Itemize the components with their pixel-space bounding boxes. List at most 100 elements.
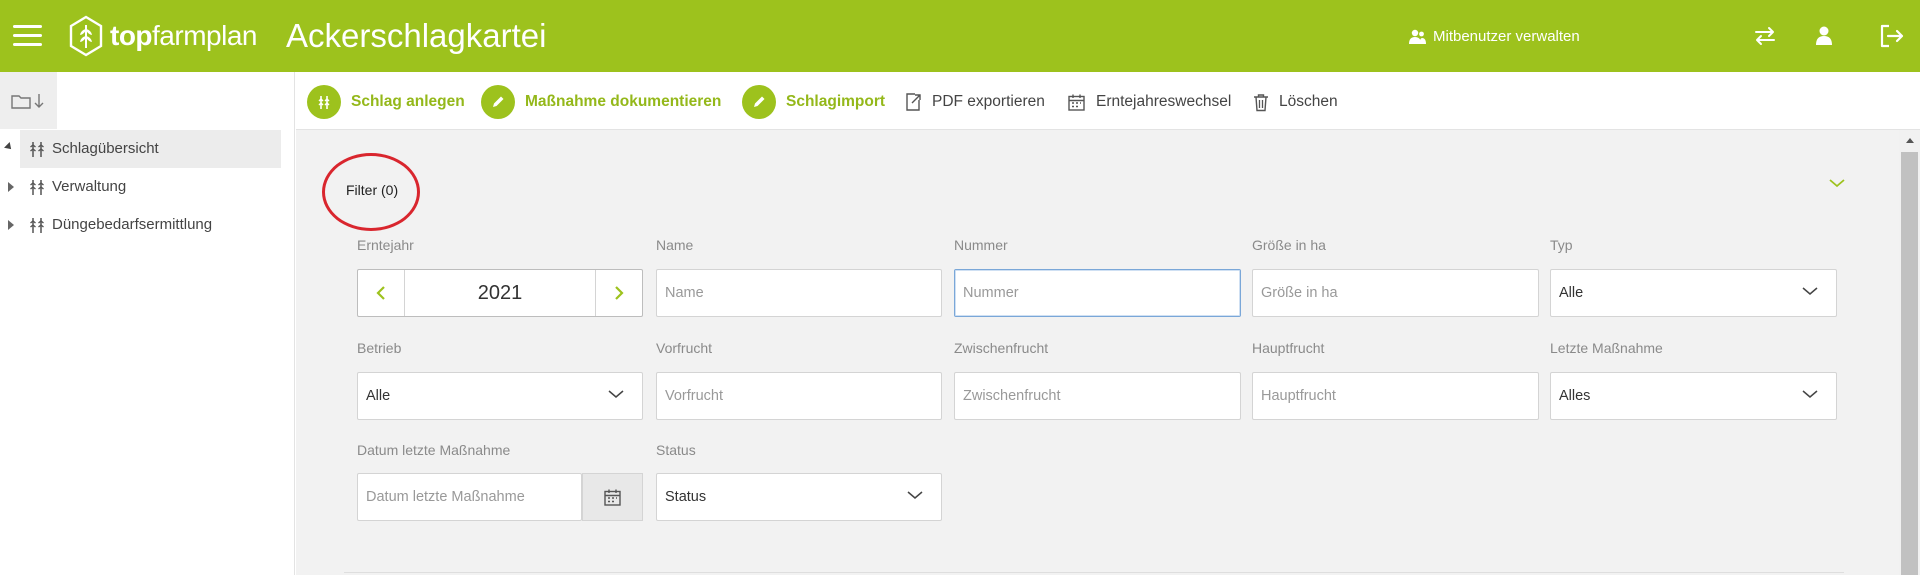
farm-label: Betrieb [357,340,402,356]
name-placeholder: Name [665,285,704,301]
document-measure-label: Maßnahme dokumentieren [525,93,722,110]
year-change-label: Erntejahreswechsel [1096,93,1232,110]
status-label: Status [656,442,696,458]
menu-icon[interactable] [13,25,42,46]
brand-name-bold: top [110,20,153,51]
wheat-icon [30,218,44,233]
last-measure-select[interactable]: Alles [1550,372,1837,420]
catch-crop-input[interactable]: Zwischenfrucht [954,372,1241,420]
scroll-thumb[interactable] [1901,152,1918,575]
last-measure-label: Letzte Maßnahme [1550,340,1663,356]
calendar-icon [1068,94,1085,111]
date-label: Datum letzte Maßnahme [357,442,511,458]
wheat-icon [307,85,341,119]
wheat-logo-icon [69,15,103,57]
manage-cousers-button[interactable]: Mitbenutzer verwalten [1409,28,1580,45]
prev-crop-input[interactable]: Vorfrucht [656,372,942,420]
year-value: 2021 [404,270,596,316]
document-measure-button[interactable]: Maßnahme dokumentieren [481,85,722,119]
user-icon[interactable] [1810,22,1838,50]
export-pdf-button[interactable]: PDF exportieren [904,86,1045,118]
trash-icon [1254,93,1268,111]
chevron-down-icon [608,390,624,398]
scroll-up-button[interactable] [1899,130,1920,151]
year-label: Erntejahr [357,237,414,253]
catch-crop-placeholder: Zwischenfrucht [963,388,1061,404]
last-measure-value: Alles [1559,388,1591,404]
manage-cousers-label: Mitbenutzer verwalten [1433,28,1580,45]
folder-sort-button[interactable] [0,72,57,129]
sidebar-item-label: Verwaltung [52,178,127,195]
sidebar-item-label: Düngebedarfsermittlung [52,216,213,233]
navigation-tree: Schlagübersicht Verwaltung Düngebedarfse… [0,130,281,244]
status-value: Status [665,489,707,505]
name-input[interactable]: Name [656,269,942,317]
delete-button[interactable]: Löschen [1253,86,1338,118]
number-placeholder: Nummer [963,285,1019,301]
filter-toggle[interactable]: Filter (0) [346,182,398,198]
date-input[interactable]: Datum letzte Maßnahme [357,473,582,521]
export-icon [906,93,921,111]
chevron-down-icon [907,491,923,499]
wheat-icon [30,142,44,157]
chevron-down-icon [1802,287,1818,295]
export-pdf-label: PDF exportieren [932,93,1045,110]
main-crop-input[interactable]: Hauptfrucht [1252,372,1539,420]
delete-label: Löschen [1279,93,1338,110]
sidebar-item-label: Schlagübersicht [52,140,159,157]
chevron-left-icon [376,286,385,300]
collapsed-arrow-icon[interactable] [8,220,14,230]
prev-crop-placeholder: Vorfrucht [665,388,724,404]
type-select[interactable]: Alle [1550,269,1837,317]
chevron-right-icon [615,286,624,300]
pencil-icon [742,85,776,119]
calendar-icon [604,489,621,506]
catch-crop-label: Zwischenfrucht [954,340,1049,356]
logout-icon[interactable] [1877,22,1905,50]
app-title: Ackerschlagkartei [286,17,547,54]
users-icon [1409,29,1426,44]
farm-select[interactable]: Alle [357,372,643,420]
switch-arrows-icon[interactable] [1751,22,1779,50]
expanded-arrow-icon[interactable] [4,142,14,152]
year-stepper: 2021 [357,269,643,317]
sidebar-item-verwaltung[interactable]: Verwaltung [0,168,281,206]
collapsed-arrow-icon[interactable] [8,182,14,192]
type-label: Typ [1550,237,1573,253]
date-placeholder: Datum letzte Maßnahme [366,489,525,505]
previous-year-button[interactable] [358,270,404,316]
field-import-label: Schlagimport [786,93,886,110]
status-select[interactable]: Status [656,473,942,521]
sidebar-item-duengebedarfsermittlung[interactable]: Düngebedarfsermittlung [0,206,281,244]
year-change-button[interactable]: Erntejahreswechsel [1067,86,1231,118]
sidebar: Schlagübersicht Verwaltung Düngebedarfse… [0,72,295,575]
type-value: Alle [1559,285,1584,301]
size-input[interactable]: Größe in ha [1252,269,1539,317]
farm-value: Alle [366,388,391,404]
brand-name-rest: farmplan [152,20,257,51]
size-label: Größe in ha [1252,237,1326,253]
new-field-label: Schlag anlegen [351,93,465,110]
action-toolbar: Schlag anlegen Maßnahme dokumentieren Sc… [296,72,1920,130]
date-picker-button[interactable] [582,473,643,521]
brand-logo[interactable]: topfarmplan [68,15,257,57]
next-year-button[interactable] [596,270,642,316]
vertical-scrollbar[interactable] [1899,130,1920,575]
chevron-down-icon [1802,390,1818,398]
number-input[interactable]: Nummer [954,269,1241,317]
main-crop-label: Hauptfrucht [1252,340,1325,356]
chevron-down-icon[interactable] [1829,178,1845,188]
top-bar: topfarmplan Ackerschlagkartei Mitbenutze… [0,0,1920,72]
name-label: Name [656,237,694,253]
divider [344,572,1844,573]
number-label: Nummer [954,237,1008,253]
new-field-button[interactable]: Schlag anlegen [307,85,465,119]
prev-crop-label: Vorfrucht [656,340,713,356]
main-crop-placeholder: Hauptfrucht [1261,388,1336,404]
sidebar-item-schlaguebersicht[interactable]: Schlagübersicht [4,130,281,168]
pencil-icon [481,85,515,119]
triangle-up-icon [1905,138,1914,143]
wheat-icon [30,180,44,195]
field-import-button[interactable]: Schlagimport [742,85,886,119]
folder-sort-icon [10,93,43,109]
